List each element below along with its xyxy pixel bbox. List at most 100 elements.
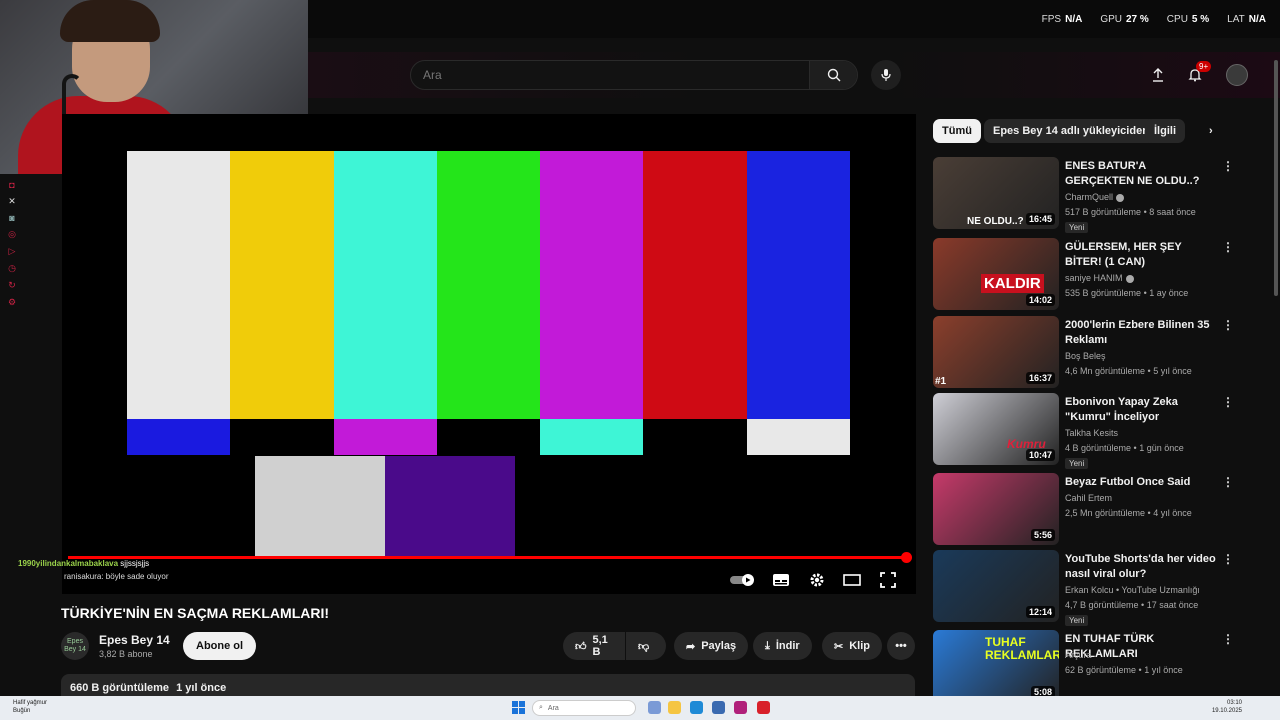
video-thumbnail[interactable]: KALDIR 14:02 <box>933 238 1059 310</box>
recommendation-title[interactable]: GÜLERSEM, HER ŞEY BİTER! (1 CAN) <box>1065 240 1217 270</box>
more-vertical-icon[interactable]: ⋮ <box>1222 475 1234 489</box>
taskbar-search[interactable]: ⌕ Ara <box>532 700 636 716</box>
voice-search-button[interactable] <box>871 60 901 90</box>
color-bar <box>540 419 644 455</box>
recommendation-meta: 535 B görüntüleme • 1 ay önce <box>1065 288 1189 298</box>
dislike-button[interactable]: 👎︎ <box>626 632 666 660</box>
weather-widget[interactable]: Hafif yağmur Buğün <box>13 699 47 715</box>
more-vertical-icon[interactable]: ⋮ <box>1222 318 1234 332</box>
recommendation-title[interactable]: YouTube Shorts'da her video nasıl viral … <box>1065 552 1217 582</box>
chat-message: 1990yilindankalmabaklava sjjssjsjjs <box>18 559 150 568</box>
channel-avatar[interactable]: Epes Bey 14 <box>61 632 89 660</box>
circle-icon[interactable]: ◎ <box>8 229 16 240</box>
channel-name[interactable]: Epes Bey 14 <box>99 633 170 647</box>
color-bar <box>436 419 541 455</box>
recommendation-item[interactable]: 5:56 Beyaz Futbol Once Said Cahil Ertem … <box>933 473 1263 545</box>
more-vertical-icon[interactable]: ⋮ <box>1222 552 1234 566</box>
thumbs-down-icon: 👎︎ <box>638 640 650 653</box>
more-actions-button[interactable]: ••• <box>887 632 915 660</box>
recommendation-channel[interactable]: Erkan Kolcu • YouTube Uzmanlığı <box>1065 585 1200 595</box>
taskbar-app-edge[interactable] <box>690 701 703 714</box>
progress-scrubber[interactable] <box>901 552 912 563</box>
recommendation-item[interactable]: NE OLDU..? 16:45 ENES BATUR'A GERÇEKTEN … <box>933 157 1263 233</box>
recommendation-item[interactable]: 12:14 YouTube Shorts'da her video nasıl … <box>933 550 1263 626</box>
search-bar[interactable] <box>410 60 858 90</box>
theater-mode-button[interactable] <box>841 568 863 592</box>
taskbar-app-explorer[interactable] <box>668 701 681 714</box>
settings-icon[interactable]: ⚙ <box>8 297 16 308</box>
start-button[interactable] <box>512 701 525 714</box>
color-bar <box>333 151 437 419</box>
recommendation-meta: 4,6 Mn görüntüleme • 5 yıl önce <box>1065 366 1192 376</box>
subscribe-button[interactable]: Abone ol <box>183 632 257 660</box>
recommendation-title[interactable]: ENES BATUR'A GERÇEKTEN NE OLDU..? <box>1065 159 1217 189</box>
video-thumbnail[interactable]: 12:14 <box>933 550 1059 622</box>
video-thumbnail[interactable]: 5:56 <box>933 473 1059 545</box>
subtitles-button[interactable] <box>770 568 792 592</box>
recommendation-item[interactable]: #1 16:37 2000'lerin Ezbere Bilinen 35 Re… <box>933 316 1263 388</box>
chip-related[interactable]: İlgili <box>1145 119 1185 143</box>
taskbar-app-opera[interactable] <box>734 701 747 714</box>
notification-badge: 9+ <box>1196 61 1212 72</box>
more-vertical-icon[interactable]: ⋮ <box>1222 240 1234 254</box>
like-button[interactable]: 👍︎ 5,1 B <box>563 632 625 660</box>
cpu-stat: CPU 5 % <box>1166 13 1210 25</box>
notifications-button[interactable]: 9+ <box>1184 61 1212 86</box>
upload-button[interactable] <box>1147 64 1169 86</box>
recommendation-item[interactable]: KALDIR 14:02 GÜLERSEM, HER ŞEY BİTER! (1… <box>933 238 1263 310</box>
description-box[interactable]: 660 B görüntüleme 1 yıl önce <box>61 674 915 698</box>
recommendation-channel[interactable]: CharmQuell <box>1065 192 1125 202</box>
performance-overlay: FPS N/A GPU 27 % CPU 5 % LAT N/A <box>308 0 1280 38</box>
video-thumbnail[interactable]: NE OLDU..? 16:45 <box>933 157 1059 229</box>
search-button[interactable] <box>809 61 857 89</box>
recommendation-channel[interactable]: Talkha Kesits <box>1065 428 1118 438</box>
search-input[interactable] <box>411 68 809 82</box>
recommendation-item[interactable]: Kumru 10:47 Ebonivon Yapay Zeka "Kumru" … <box>933 393 1263 469</box>
recommendation-channel[interactable]: saniye HANIM <box>1065 273 1134 283</box>
color-bar <box>540 151 644 419</box>
video-duration: 12:14 <box>1025 606 1055 618</box>
chip-from-uploader[interactable]: Epes Bey 14 adlı yükleyiciden <box>984 119 1158 143</box>
account-avatar[interactable] <box>1226 64 1248 86</box>
play-icon[interactable]: ▷ <box>9 246 16 257</box>
streamer-hair <box>60 0 160 42</box>
more-vertical-icon[interactable]: ⋮ <box>1222 159 1234 173</box>
video-thumbnail[interactable]: Kumru 10:47 <box>933 393 1059 465</box>
recommendation-channel[interactable]: Arçura <box>1065 650 1092 660</box>
recommendation-title[interactable]: Ebonivon Yapay Zeka "Kumru" İnceliyor <box>1065 395 1217 425</box>
instagram-icon[interactable]: ◘ <box>9 180 14 190</box>
video-duration: 5:56 <box>1030 529 1055 541</box>
fullscreen-button[interactable] <box>877 568 899 592</box>
x-icon[interactable]: ✕ <box>8 196 16 207</box>
chip-all[interactable]: Tümü <box>933 119 981 143</box>
autoplay-toggle[interactable] <box>730 568 756 592</box>
page-scrollbar[interactable] <box>1274 60 1278 296</box>
download-button[interactable]: ⤓ İndir <box>753 632 812 660</box>
recommendation-title[interactable]: 2000'lerin Ezbere Bilinen 35 Reklamı <box>1065 318 1217 348</box>
settings-button[interactable] <box>806 568 828 592</box>
discord-icon[interactable]: ◙ <box>9 213 14 223</box>
clip-button[interactable]: ✂ Klip <box>822 632 882 660</box>
taskbar-app-copilot[interactable] <box>648 701 661 714</box>
progress-bar[interactable] <box>68 552 912 563</box>
timer-icon[interactable]: ◷ <box>8 263 16 274</box>
recommendation-item[interactable]: TUHAF REKLAMLAR 5:08 EN TUHAF TÜRK REKLA… <box>933 630 1263 702</box>
thumbnail-caption: KALDIR <box>981 274 1044 293</box>
recommendation-channel[interactable]: Cahil Ertem <box>1065 493 1112 503</box>
color-bar <box>255 456 385 556</box>
more-vertical-icon[interactable]: ⋮ <box>1222 632 1234 646</box>
recommendation-title[interactable]: Beyaz Futbol Once Said <box>1065 475 1217 490</box>
chips-next-button[interactable]: › <box>1204 119 1218 143</box>
thumbnail-caption: #1 <box>935 376 947 387</box>
refresh-icon[interactable]: ↻ <box>8 280 16 291</box>
recommendation-channel[interactable]: Boş Beleş <box>1065 351 1106 361</box>
more-vertical-icon[interactable]: ⋮ <box>1222 395 1234 409</box>
taskbar-clock[interactable]: 03:10 19.10.2025 <box>1212 699 1242 715</box>
taskbar-app-store[interactable] <box>712 701 725 714</box>
taskbar-app-recorder[interactable] <box>757 701 770 714</box>
left-dock: ◘ ✕ ◙ ◎ ▷ ◷ ↻ ⚙ <box>4 180 20 308</box>
share-button[interactable]: ➦ Paylaş <box>674 632 749 660</box>
video-player[interactable] <box>62 114 916 594</box>
video-thumbnail[interactable]: TUHAF REKLAMLAR 5:08 <box>933 630 1059 702</box>
video-thumbnail[interactable]: #1 16:37 <box>933 316 1059 388</box>
